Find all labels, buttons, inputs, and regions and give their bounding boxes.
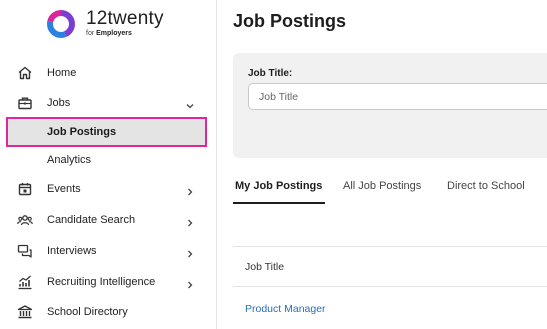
active-tab-indicator: [233, 202, 325, 204]
people-icon: [17, 212, 33, 228]
sidebar-item-home[interactable]: Home: [0, 58, 217, 88]
logo-ring-icon: [47, 10, 75, 38]
table-divider: [233, 246, 547, 247]
job-title-input[interactable]: [248, 83, 547, 110]
sidebar-item-label: Analytics: [47, 154, 92, 166]
sidebar-item-label: Recruiting Intelligence: [47, 276, 156, 288]
sidebar-item-interviews[interactable]: Interviews: [0, 236, 217, 266]
brand-name: 12twenty: [86, 8, 164, 29]
home-icon: [17, 65, 33, 81]
calendar-icon: [17, 181, 33, 197]
chevron-right-icon: [185, 277, 195, 289]
sidebar-item-label: Candidate Search: [47, 214, 136, 226]
table-row-job-title-link[interactable]: Product Manager: [245, 303, 326, 315]
main-content: Job Postings Job Title: My Job Postings …: [218, 0, 547, 329]
chat-icon: [17, 243, 33, 259]
chevron-right-icon: [185, 246, 195, 258]
sidebar-item-recruiting-intelligence[interactable]: Recruiting Intelligence: [0, 267, 217, 297]
sidebar-item-label: Interviews: [47, 245, 97, 257]
sidebar-item-label: Jobs: [47, 97, 71, 109]
sidebar-item-candidate-search[interactable]: Candidate Search: [0, 205, 217, 235]
brand-sub-strong: Employers: [96, 30, 132, 37]
sidebar-item-jobs[interactable]: Jobs: [0, 88, 217, 118]
sidebar-item-analytics[interactable]: Analytics: [0, 145, 217, 175]
filter-card: Job Title:: [233, 53, 547, 158]
briefcase-icon: [17, 95, 33, 111]
sidebar: 12twenty for Employers Home Jobs Job Pos…: [0, 0, 217, 329]
sidebar-item-label: Job Postings: [47, 126, 117, 138]
sidebar-item-label: Events: [47, 183, 81, 195]
table-divider: [233, 286, 547, 287]
sidebar-item-job-postings[interactable]: Job Postings: [6, 117, 207, 147]
tab-direct-to-school[interactable]: Direct to School: [447, 180, 525, 192]
sidebar-item-events[interactable]: Events: [0, 174, 217, 204]
column-header-job-title[interactable]: Job Title: [245, 261, 284, 273]
tab-all-job-postings[interactable]: All Job Postings: [343, 180, 421, 192]
brand-sub-prefix: for: [86, 30, 95, 37]
sidebar-item-label: Home: [47, 67, 77, 79]
page-title: Job Postings: [233, 11, 347, 31]
chevron-right-icon: [185, 215, 195, 227]
brand-logo[interactable]: 12twenty for Employers: [46, 9, 164, 39]
sidebar-item-label: School Directory: [47, 306, 128, 318]
chevron-down-icon: [185, 98, 195, 109]
sidebar-item-school-directory[interactable]: School Directory: [0, 297, 217, 327]
tab-bar: My Job Postings All Job Postings Direct …: [233, 180, 547, 204]
tab-my-job-postings[interactable]: My Job Postings: [235, 180, 322, 192]
brand-subtitle: for Employers: [86, 30, 164, 37]
chart-icon: [17, 274, 33, 290]
bank-icon: [17, 304, 33, 320]
job-title-label: Job Title:: [248, 68, 293, 79]
chevron-right-icon: [185, 184, 195, 196]
